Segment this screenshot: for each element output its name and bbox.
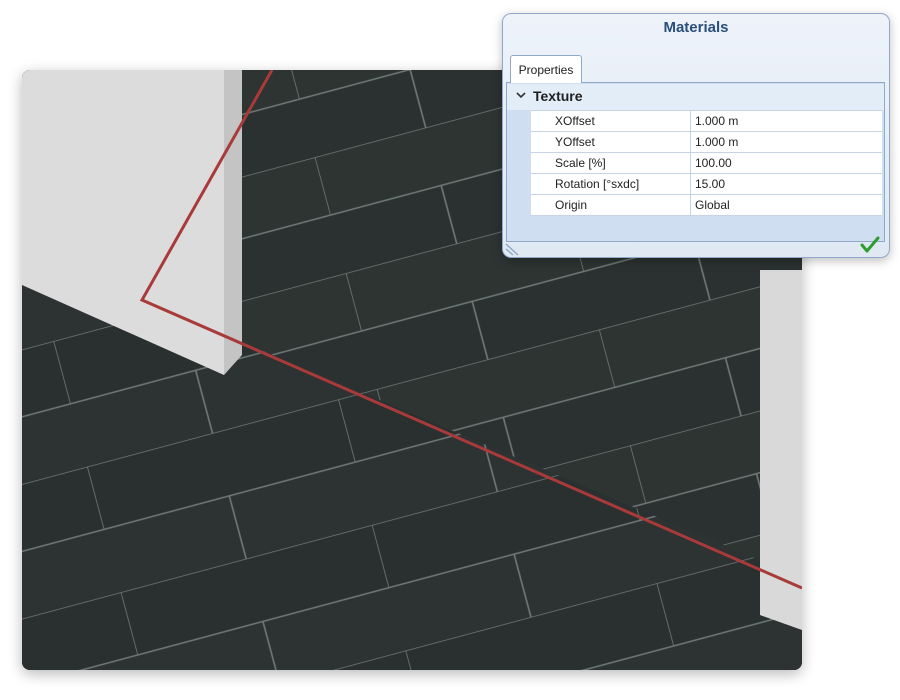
property-row-origin[interactable]: Origin Global (531, 195, 882, 216)
right-wall (760, 270, 802, 630)
property-row-xoffset[interactable]: XOffset 1.000 m (531, 111, 882, 132)
tab-properties[interactable]: Properties (510, 55, 582, 83)
properties-pane: Texture XOffset 1.000 m YOffset 1.000 m … (506, 82, 885, 242)
property-name: Scale [%] (531, 153, 691, 173)
property-name: XOffset (531, 111, 691, 131)
property-value-field[interactable]: 15.00 (691, 174, 882, 194)
texture-group-header[interactable]: Texture (507, 84, 884, 110)
property-name: Origin (531, 195, 691, 215)
property-row-scale[interactable]: Scale [%] 100.00 (531, 153, 882, 174)
property-name: Rotation [°sxdc] (531, 174, 691, 194)
panel-title: Materials (663, 19, 729, 36)
property-value-field[interactable]: 1.000 m (691, 111, 882, 131)
materials-panel: Materials Properties Texture XOffset 1.0… (502, 13, 890, 258)
property-row-rotation[interactable]: Rotation [°sxdc] 15.00 (531, 174, 882, 195)
property-row-yoffset[interactable]: YOffset 1.000 m (531, 132, 882, 153)
checkmark-icon[interactable] (860, 236, 880, 254)
texture-group-label: Texture (533, 88, 583, 104)
left-wall-edge (224, 70, 242, 375)
property-grid: XOffset 1.000 m YOffset 1.000 m Scale [%… (531, 110, 882, 216)
chevron-down-icon[interactable] (516, 90, 526, 102)
resize-grip-icon[interactable] (505, 240, 523, 256)
property-name: YOffset (531, 132, 691, 152)
property-value-field[interactable]: Global (691, 195, 882, 215)
property-value-field[interactable]: 1.000 m (691, 132, 882, 152)
property-value-field[interactable]: 100.00 (691, 153, 882, 173)
